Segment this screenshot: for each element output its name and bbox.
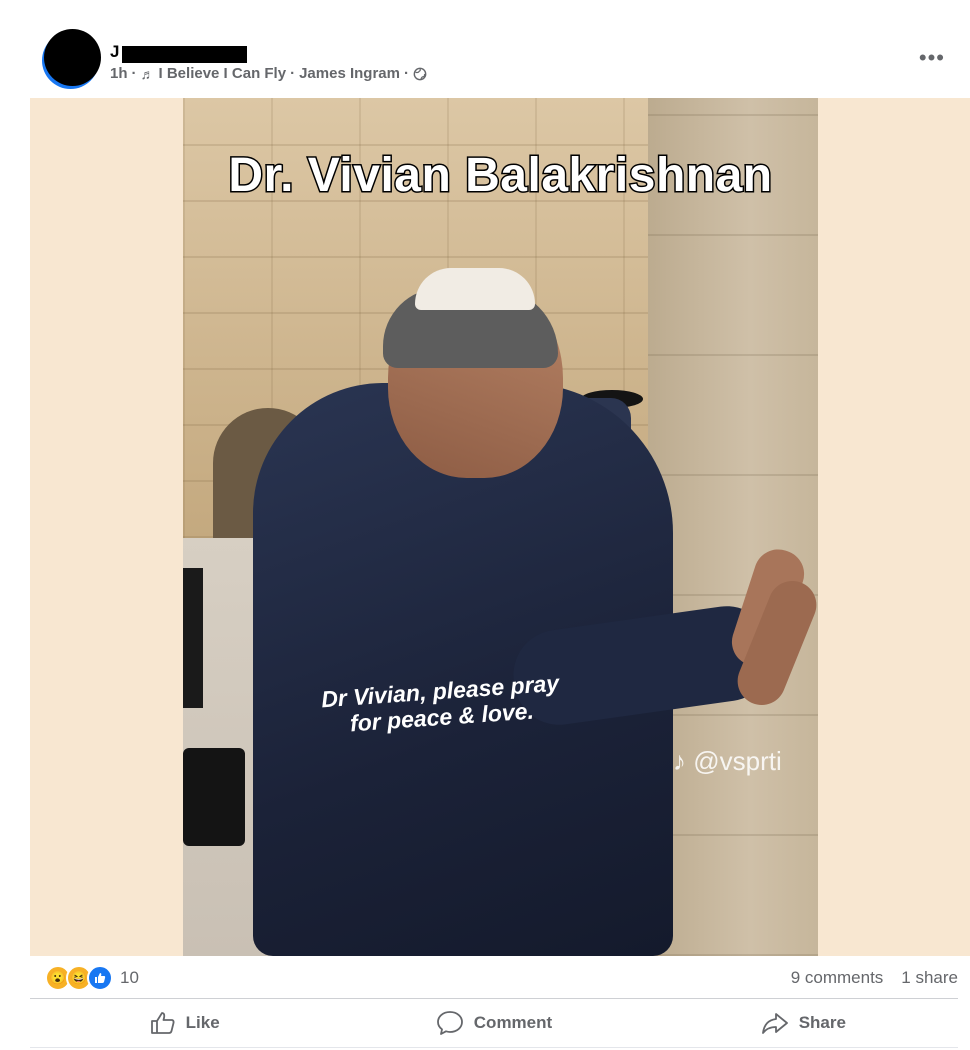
post-photo[interactable]: Dr. Vivian Balakrishnan Dr Vivian, pleas…: [183, 98, 818, 956]
like-reaction-icon: [87, 965, 113, 991]
post-stats: 😮 😆 10 9 comments 1 share: [30, 960, 958, 998]
comment-bubble-icon: [436, 1011, 463, 1035]
redaction-bar: [122, 46, 247, 63]
engagement-counts: 9 comments 1 share: [791, 968, 958, 988]
meta-separator: ·: [131, 65, 137, 82]
stats-divider: [30, 998, 958, 999]
share-button[interactable]: Share: [649, 1000, 958, 1046]
artist-name[interactable]: James Ingram: [299, 65, 400, 82]
share-arrow-icon: [761, 1013, 788, 1034]
edge-person: [183, 568, 203, 708]
globe-icon[interactable]: [413, 67, 427, 81]
reactions-summary[interactable]: 😮 😆 10: [45, 965, 139, 991]
watermark-handle: @vsprti: [693, 746, 782, 776]
post-time[interactable]: 1h: [110, 65, 128, 82]
comment-button[interactable]: Comment: [339, 1000, 648, 1046]
meta-separator: ·: [403, 65, 409, 82]
tiktok-icon: ♪: [673, 746, 686, 776]
thumbs-up-icon: [150, 1012, 175, 1034]
post-meta: 1h · ♬ I Believe I Can Fly · James Ingra…: [110, 65, 427, 82]
western-wall: [648, 98, 818, 956]
comment-label: Comment: [473, 1013, 553, 1032]
music-note-icon: ♬: [140, 65, 155, 82]
like-button[interactable]: Like: [30, 1000, 339, 1046]
share-label: Share: [798, 1013, 846, 1032]
shares-count[interactable]: 1 share: [901, 968, 958, 988]
post-header: J 1h · ♬ I Believe I Can Fly · James Ing…: [0, 0, 970, 98]
title-overlay: Dr. Vivian Balakrishnan: [227, 148, 774, 204]
comments-count[interactable]: 9 comments: [791, 968, 884, 988]
handbag: [183, 748, 245, 846]
more-options-button[interactable]: •••: [919, 47, 945, 69]
post-media[interactable]: Dr. Vivian Balakrishnan Dr Vivian, pleas…: [30, 98, 970, 956]
kippah: [415, 268, 535, 310]
like-label: Like: [185, 1013, 220, 1032]
post-actions: Like Comment Share: [30, 1000, 958, 1046]
author-avatar[interactable]: [44, 29, 101, 86]
author-name[interactable]: J: [110, 42, 119, 62]
tiktok-watermark: ♪ @vsprti: [673, 746, 782, 777]
actions-divider: [30, 1047, 958, 1048]
meta-separator: ·: [290, 65, 296, 82]
song-title[interactable]: I Believe I Can Fly: [159, 65, 287, 82]
reaction-count[interactable]: 10: [120, 968, 139, 988]
